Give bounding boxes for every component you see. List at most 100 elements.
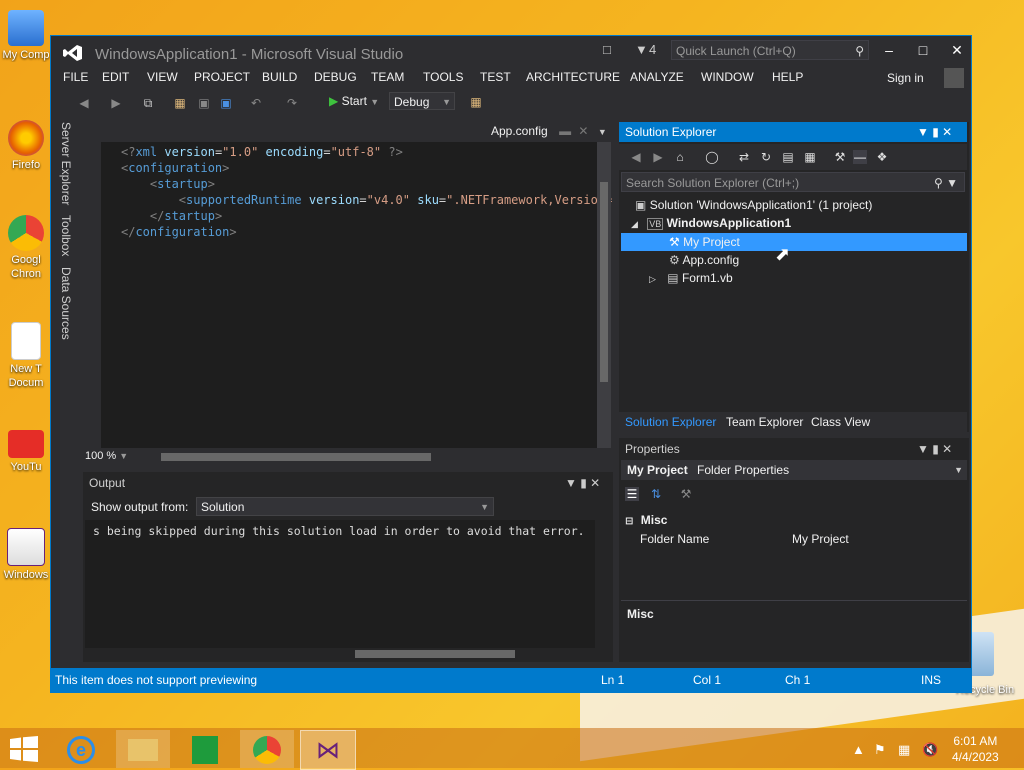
start-button[interactable] <box>10 736 38 765</box>
taskbar-internet-explorer[interactable]: e <box>54 730 108 768</box>
tree-project[interactable]: ◢ VB WindowsApplication1 <box>631 214 791 232</box>
feedback-icon[interactable]: □ <box>603 42 611 57</box>
menu-tools[interactable]: TOOLS <box>423 70 463 84</box>
sign-in-link[interactable]: Sign in <box>887 71 924 85</box>
start-debugging-button[interactable]: ▶ Start ▼ <box>329 94 379 108</box>
quick-launch-input[interactable]: Quick Launch (Ctrl+Q) ⚲ <box>671 40 869 60</box>
menu-test[interactable]: TEST <box>480 70 511 84</box>
forward-icon[interactable]: ▶ <box>651 150 665 164</box>
back-icon[interactable]: ◀ <box>629 150 643 164</box>
show-all-files-icon[interactable]: ▦ <box>803 150 817 164</box>
volume-muted-icon[interactable]: 🔇 <box>922 742 938 758</box>
categorized-icon[interactable]: ☰ <box>625 487 639 501</box>
menu-project[interactable]: PROJECT <box>194 70 250 84</box>
tree-item-my-project[interactable]: ⚒ My Project <box>669 233 740 251</box>
menu-debug[interactable]: DEBUG <box>314 70 357 84</box>
properties-object-select[interactable]: My Project Folder Properties ▼ <box>621 460 967 480</box>
desktop-icon-vs-installer[interactable]: Windows <box>0 528 52 582</box>
tab-server-explorer[interactable]: Server Explorer <box>59 122 73 205</box>
minimize-button[interactable]: – <box>879 42 899 60</box>
find-in-files-icon[interactable]: ▦ <box>469 95 483 109</box>
tab-toolbox[interactable]: Toolbox <box>59 215 73 256</box>
tree-item-form1[interactable]: ▷ ▤ Form1.vb <box>649 269 733 287</box>
notifications-flag-icon[interactable]: ▼ <box>635 42 648 57</box>
property-name-folder[interactable]: Folder Name <box>640 532 709 546</box>
output-source-select[interactable]: Solution ▼ <box>196 497 494 516</box>
new-project-icon[interactable]: ⧉ <box>141 96 155 110</box>
tree-solution[interactable]: ▣ Solution 'WindowsApplication1' (1 proj… <box>635 196 872 214</box>
network-icon[interactable]: ▦ <box>898 742 910 758</box>
taskbar-chrome[interactable] <box>240 730 294 768</box>
close-tab-icon[interactable]: ✕ <box>578 124 588 138</box>
sync-icon[interactable]: ⇄ <box>737 150 751 164</box>
navigate-back-icon[interactable]: ◀ <box>77 96 91 110</box>
zoom-level[interactable]: 100 % ▼ <box>85 450 128 462</box>
code-editor[interactable]: <?xml version="1.0" encoding="utf-8" ?> <… <box>101 142 612 448</box>
undo-icon[interactable]: ↶ <box>249 96 263 110</box>
navigate-forward-icon[interactable]: ▶ <box>109 96 123 110</box>
editor-horizontal-scrollbar[interactable] <box>161 453 431 461</box>
property-value-folder[interactable]: My Project <box>792 532 849 546</box>
show-hidden-icons-icon[interactable]: ▲ <box>852 742 865 757</box>
solution-explorer-search-input[interactable]: Search Solution Explorer (Ctrl+;) ⚲ ▼ <box>621 172 965 192</box>
taskbar-store[interactable] <box>178 730 232 768</box>
desktop-icon-youtube[interactable]: YouTu <box>0 430 52 474</box>
alphabetical-icon[interactable]: ⇅ <box>649 487 663 501</box>
open-file-icon[interactable]: ▦ <box>173 96 187 110</box>
status-char: Ch 1 <box>785 673 811 687</box>
menu-window[interactable]: WINDOW <box>701 70 754 84</box>
tree-item-app-config[interactable]: ⚙ App.config <box>669 251 739 269</box>
property-pages-icon[interactable]: ⚒ <box>679 487 693 501</box>
chevron-down-icon[interactable]: ▼ <box>598 127 607 137</box>
action-center-flag-icon[interactable]: ⚑ <box>874 742 886 758</box>
tab-solution-explorer[interactable]: Solution Explorer <box>625 415 716 429</box>
menu-edit[interactable]: EDIT <box>102 70 129 84</box>
menu-view[interactable]: VIEW <box>147 70 178 84</box>
collapse-all-icon[interactable]: ▤ <box>781 150 795 164</box>
tab-team-explorer[interactable]: Team Explorer <box>726 415 803 429</box>
properties-controls[interactable]: ▼ ▮ ✕ <box>917 442 952 456</box>
pending-changes-icon[interactable]: ◯ <box>705 150 719 164</box>
menu-team[interactable]: TEAM <box>371 70 404 84</box>
system-clock[interactable]: 6:01 AM 4/4/2023 <box>952 733 999 765</box>
title-bar[interactable]: WindowsApplication1 - Microsoft Visual S… <box>51 36 971 68</box>
menu-help[interactable]: HELP <box>772 70 803 84</box>
view-class-diagram-icon[interactable]: ❖ <box>875 150 889 164</box>
properties-wrench-icon[interactable]: ⚒ <box>833 150 847 164</box>
menu-analyze[interactable]: ANALYZE <box>630 70 684 84</box>
editor-vertical-scrollbar[interactable] <box>597 142 611 448</box>
solution-explorer-controls[interactable]: ▼ ▮ ✕ <box>917 125 952 139</box>
user-avatar-icon[interactable] <box>944 68 964 88</box>
pin-icon[interactable]: ▬ <box>559 124 571 138</box>
maximize-button[interactable]: □ <box>913 42 933 60</box>
redo-icon[interactable]: ↷ <box>285 96 299 110</box>
output-horizontal-scrollbar[interactable] <box>355 650 515 658</box>
desktop-icon-firefox[interactable]: Firefo <box>0 120 52 172</box>
tab-data-sources[interactable]: Data Sources <box>59 267 73 340</box>
output-text[interactable]: s being skipped during this solution loa… <box>85 520 595 648</box>
menu-file[interactable]: FILE <box>63 70 88 84</box>
solution-configuration-select[interactable]: Debug ▼ <box>389 92 455 110</box>
taskbar-visual-studio[interactable]: ⋈ <box>300 730 356 770</box>
collapse-icon: ⊟ <box>625 516 634 527</box>
menu-build[interactable]: BUILD <box>262 70 297 84</box>
tab-app-config[interactable]: App.config ▬ ✕ ▼ <box>491 124 607 138</box>
desktop-icon-new-document[interactable]: New T Docum <box>0 322 52 390</box>
save-all-icon[interactable]: ▣ <box>219 96 233 110</box>
menu-architecture[interactable]: ARCHITECTURE <box>526 70 620 84</box>
tab-class-view[interactable]: Class View <box>811 415 870 429</box>
property-category-misc[interactable]: ⊟ Misc <box>625 513 667 527</box>
chevron-down-icon: ▼ <box>119 451 129 461</box>
preview-icon[interactable]: — <box>853 150 867 164</box>
refresh-icon[interactable]: ↻ <box>759 150 773 164</box>
desktop-icon-chrome[interactable]: Googl Chron <box>0 215 52 281</box>
close-button[interactable]: ✕ <box>947 42 967 60</box>
scrollbar-thumb[interactable] <box>600 182 608 382</box>
output-window-controls[interactable]: ▼ ▮ ✕ <box>565 476 600 490</box>
taskbar-file-explorer[interactable] <box>116 730 170 768</box>
code-punct: </ <box>121 225 136 239</box>
home-icon[interactable]: ⌂ <box>673 150 687 164</box>
property-description: Misc <box>621 600 967 661</box>
desktop-icon-my-computer[interactable]: My Comp <box>0 10 52 62</box>
save-icon[interactable]: ▣ <box>197 96 211 110</box>
